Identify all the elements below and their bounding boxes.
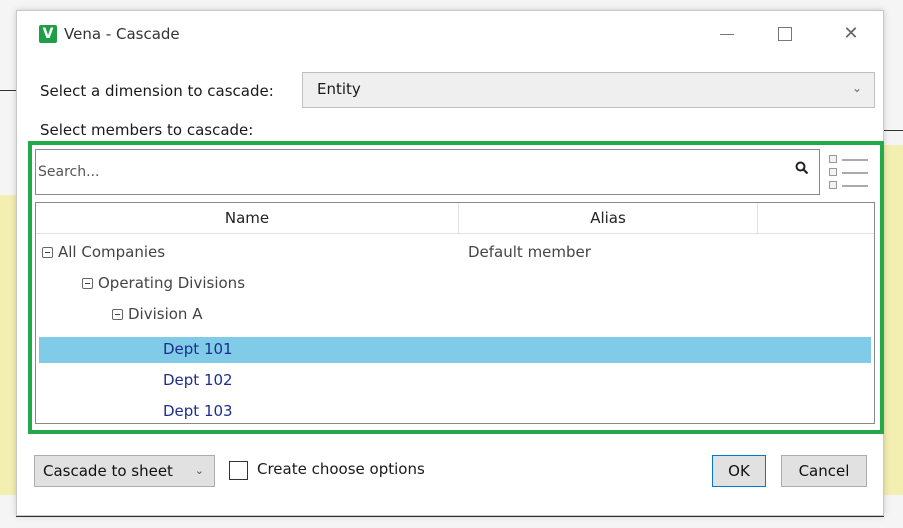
dimension-selected-value: Entity xyxy=(317,80,361,98)
create-options-checkbox[interactable] xyxy=(229,461,248,480)
dimension-select[interactable]: Entity ⌄ xyxy=(302,72,875,108)
tree-row[interactable]: Dept 102 xyxy=(36,368,874,398)
search-icon[interactable] xyxy=(795,160,809,179)
tree-row[interactable]: All Companies Default member xyxy=(36,240,874,270)
member-name: Operating Divisions xyxy=(98,274,246,292)
collapse-icon[interactable] xyxy=(42,247,53,258)
maximize-icon xyxy=(778,27,792,41)
cancel-button[interactable]: Cancel xyxy=(781,455,867,487)
members-label: Select members to cascade: xyxy=(40,121,254,139)
member-name: Dept 101 xyxy=(163,340,233,358)
cascade-to-sheet-button[interactable]: Cascade to sheet ⌄ xyxy=(34,455,215,487)
close-button[interactable]: ✕ xyxy=(831,19,871,49)
cascade-button-label: Cascade to sheet xyxy=(43,462,173,480)
vena-logo-icon: V xyxy=(39,25,57,43)
collapse-icon[interactable] xyxy=(82,278,93,289)
background-gridline xyxy=(16,516,884,517)
members-tree-table[interactable]: Name Alias All Companies Default member … xyxy=(35,202,875,424)
background-sheet-right xyxy=(884,145,903,495)
search-input[interactable]: Search... xyxy=(35,149,820,195)
member-name: Division A xyxy=(128,305,203,323)
dimension-label: Select a dimension to cascade: xyxy=(40,82,274,100)
list-view-icon[interactable] xyxy=(829,155,869,191)
tree-row[interactable]: Dept 103 xyxy=(36,399,874,423)
create-options-label[interactable]: Create choose options xyxy=(257,460,425,478)
column-divider[interactable] xyxy=(757,203,758,233)
column-header-alias[interactable]: Alias xyxy=(459,209,757,227)
dialog-footer: Cascade to sheet ⌄ Create choose options… xyxy=(17,451,883,491)
tree-row[interactable]: Division A xyxy=(36,302,874,332)
member-name: Dept 102 xyxy=(163,371,233,389)
member-name: Dept 103 xyxy=(163,402,233,420)
collapse-icon[interactable] xyxy=(112,309,123,320)
column-header-name[interactable]: Name xyxy=(36,209,458,227)
chevron-down-icon: ⌄ xyxy=(851,81,862,95)
member-name: All Companies xyxy=(58,243,166,261)
background-gridline xyxy=(884,130,903,131)
search-placeholder: Search... xyxy=(38,164,100,180)
maximize-button[interactable] xyxy=(765,19,805,49)
minimize-button[interactable] xyxy=(707,19,747,49)
background-gridline xyxy=(0,90,16,91)
background-sheet-left xyxy=(0,195,16,495)
tree-row[interactable]: Operating Divisions xyxy=(36,271,874,301)
member-alias: Default member xyxy=(468,243,591,261)
ok-button[interactable]: OK xyxy=(712,455,766,487)
window-title: Vena - Cascade xyxy=(64,25,180,43)
cascade-dialog: V Vena - Cascade ✕ Select a dimension to… xyxy=(16,10,884,516)
table-header: Name Alias xyxy=(36,203,874,234)
title-bar[interactable]: V Vena - Cascade ✕ xyxy=(17,11,883,55)
minimize-icon xyxy=(720,33,734,35)
chevron-down-icon: ⌄ xyxy=(194,464,204,477)
tree-row-selected[interactable]: Dept 101 xyxy=(36,337,874,367)
